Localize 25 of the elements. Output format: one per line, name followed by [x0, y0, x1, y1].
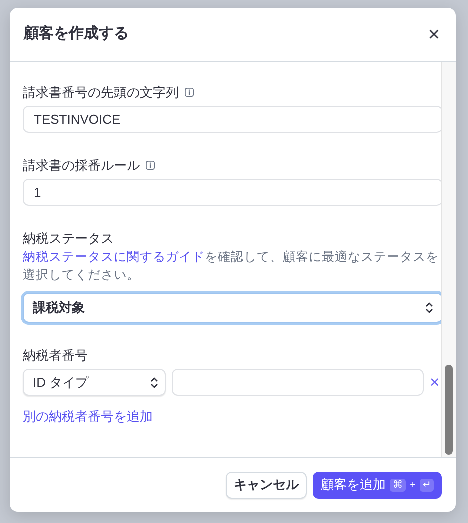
- text-field[interactable]: 1: [23, 179, 441, 206]
- scrollbar-thumb[interactable]: [445, 365, 453, 455]
- info-icon[interactable]: [146, 161, 155, 170]
- field-label: 納税者番号: [23, 347, 88, 364]
- cancel-button[interactable]: キャンセル: [226, 472, 308, 498]
- plus-sign: +: [410, 478, 416, 492]
- dialog-title: 顧客を作成する: [24, 24, 129, 44]
- field-label: 納税ステータス: [23, 230, 114, 247]
- key-hint: ↵: [420, 478, 434, 492]
- tax-id-field[interactable]: [172, 369, 424, 396]
- chevron-icon: [425, 302, 434, 314]
- remove-button[interactable]: ×: [430, 374, 440, 391]
- select-field[interactable]: 課税対象: [23, 293, 441, 323]
- field-label: 請求書番号の先頭の文字列: [23, 84, 179, 101]
- close-button[interactable]: ×: [428, 24, 440, 44]
- guide-link[interactable]: 納税ステータスに関するガイド: [23, 250, 205, 264]
- id-type-select[interactable]: ID タイプ: [23, 369, 166, 396]
- add-customer-button[interactable]: 顧客を追加 ⌘ + ↵: [313, 472, 442, 498]
- add-tax-id-link[interactable]: 別の納税者番号を追加: [23, 408, 153, 426]
- text-field[interactable]: TESTINVOICE: [23, 106, 441, 133]
- chevron-icon: [150, 376, 159, 388]
- info-icon[interactable]: [185, 88, 194, 97]
- help-text: 納税ステータスに関するガイド を確認して、顧客に最適なステータスを選択してください。: [23, 249, 440, 284]
- field-label: 請求書の採番ルール: [23, 157, 140, 174]
- key-hint: ⌘: [390, 478, 406, 492]
